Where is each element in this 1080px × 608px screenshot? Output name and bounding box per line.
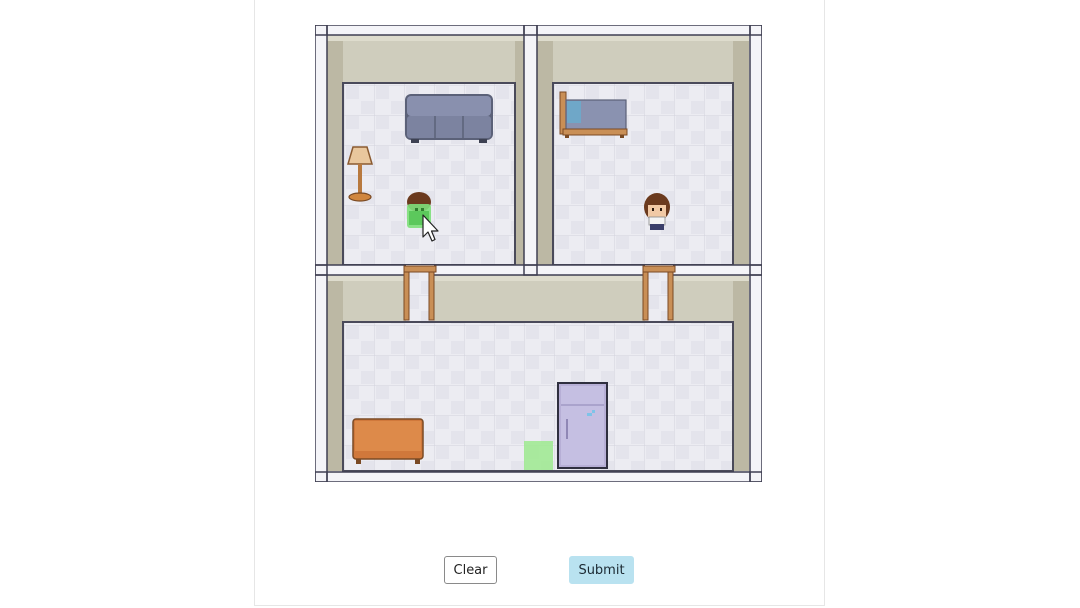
sofa[interactable]	[405, 94, 493, 143]
door-left[interactable]	[403, 265, 437, 321]
top-right-room	[537, 35, 749, 266]
clear-button[interactable]: Clear	[444, 556, 497, 584]
submit-button[interactable]: Submit	[569, 556, 634, 584]
side-table[interactable]	[352, 418, 424, 464]
target-tile[interactable]	[524, 441, 553, 470]
house-map[interactable]	[315, 25, 762, 482]
refrigerator[interactable]	[557, 382, 608, 469]
door-right[interactable]	[642, 265, 676, 321]
